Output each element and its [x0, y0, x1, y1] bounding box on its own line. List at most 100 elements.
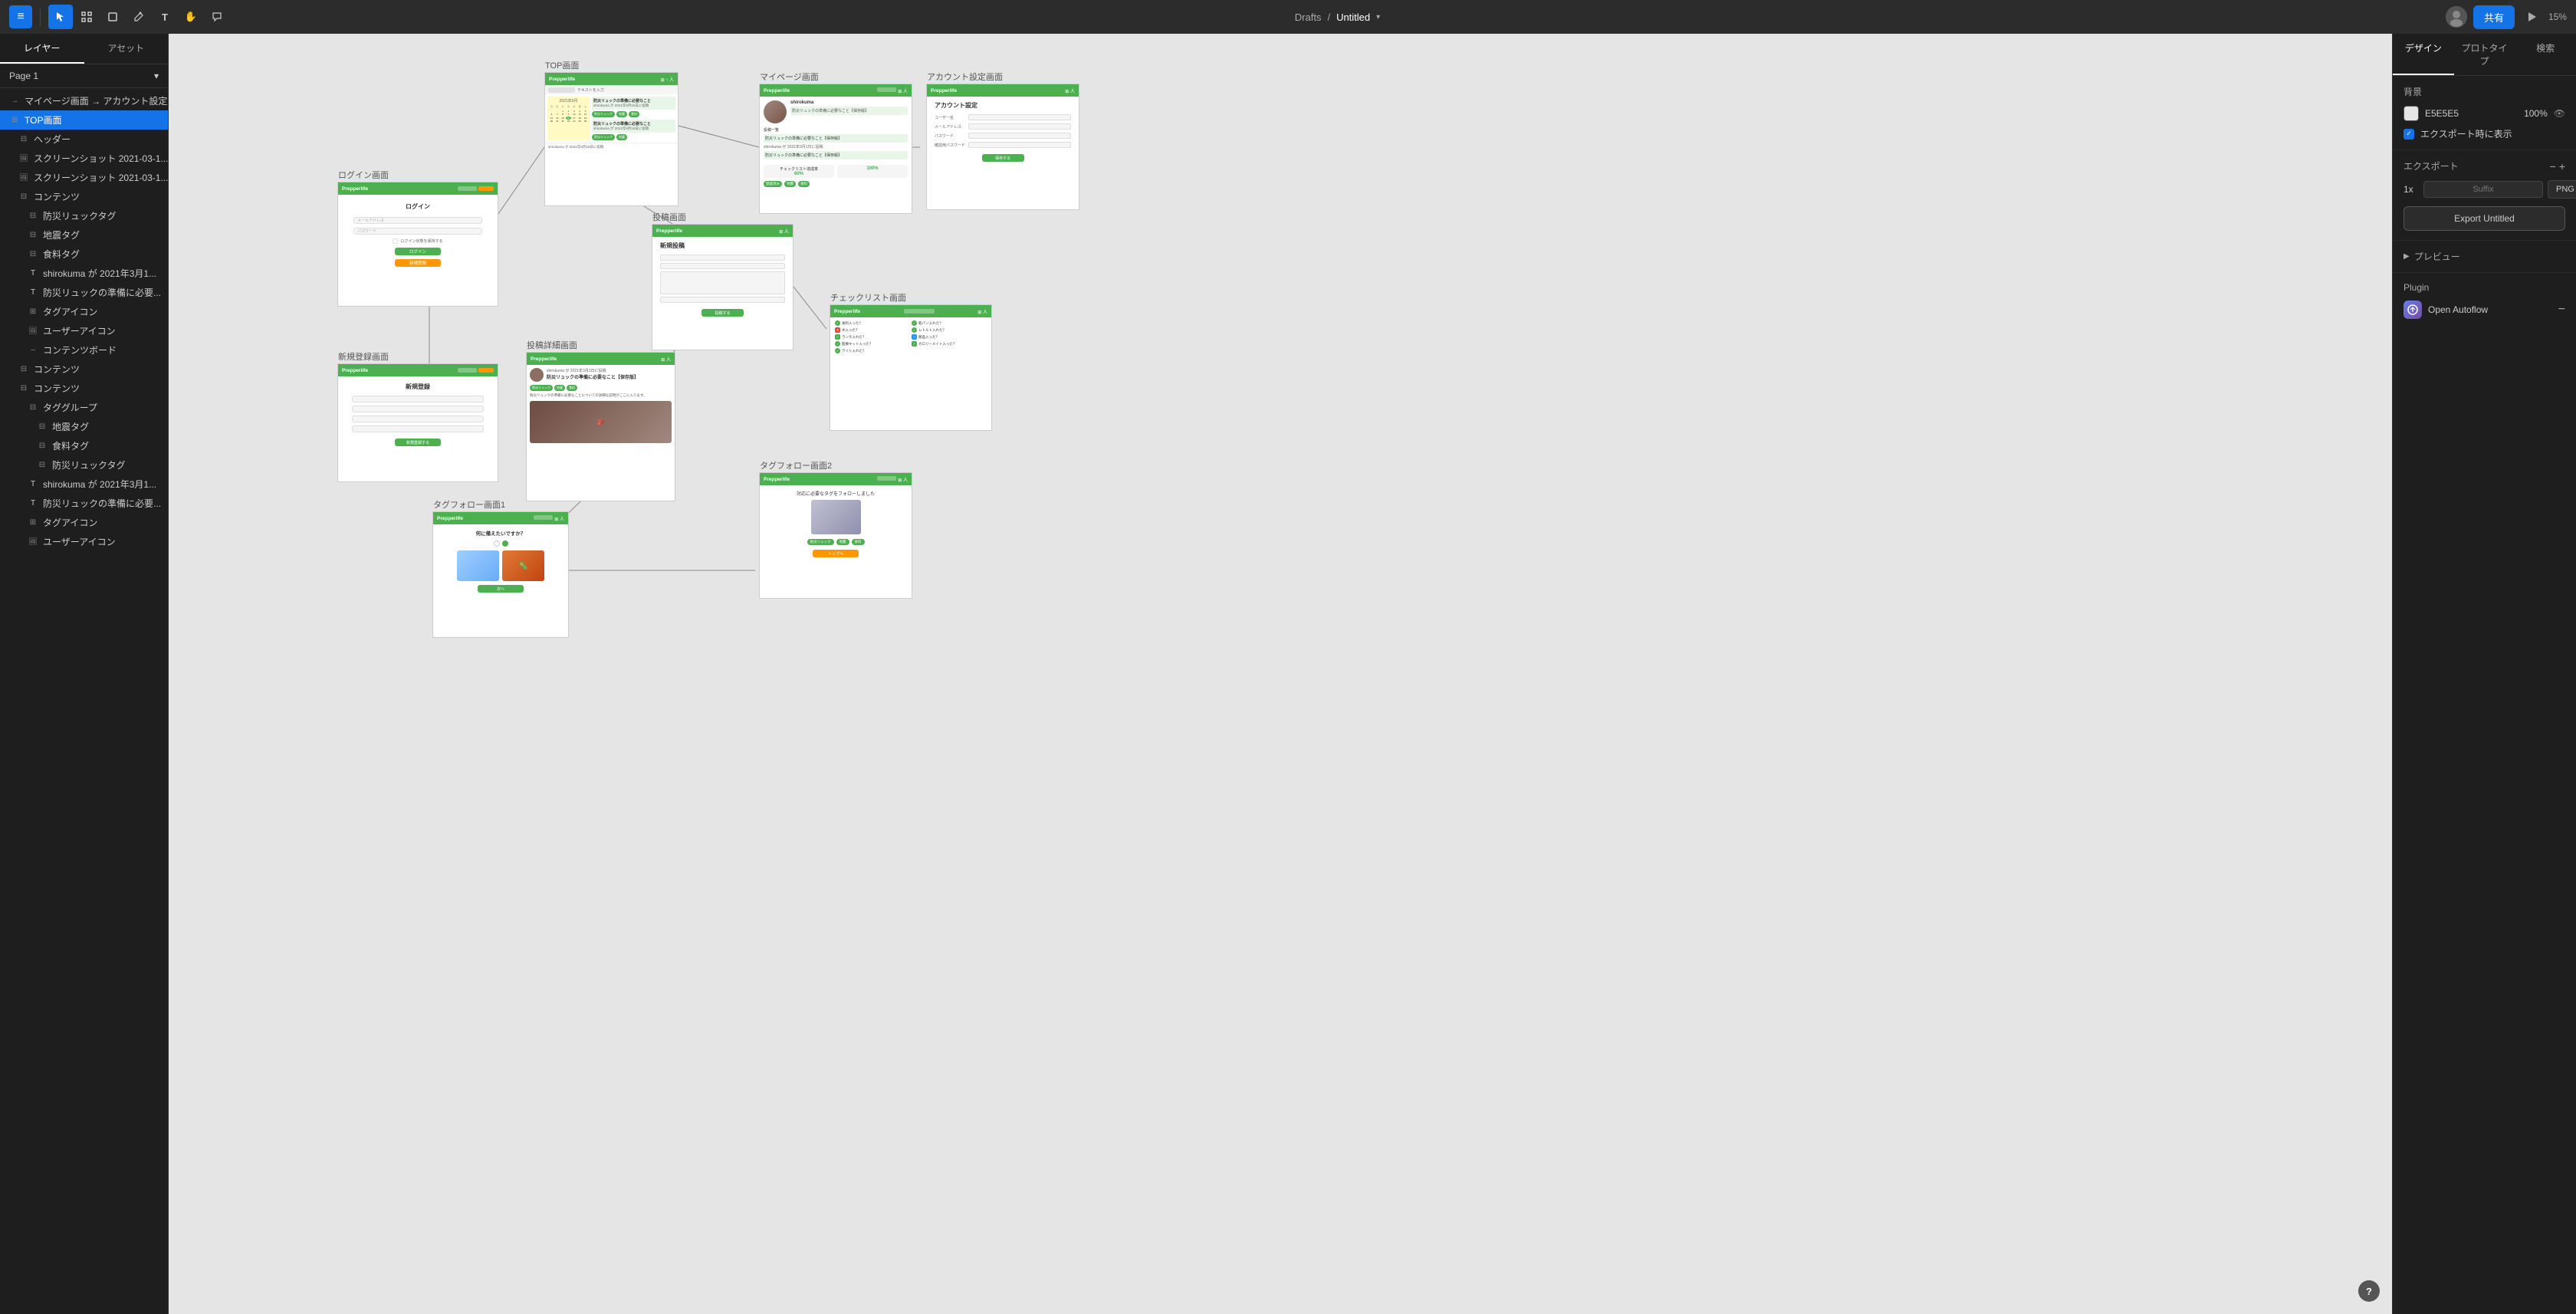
frame-top[interactable]: TOP画面 Prepperlife ⊞ ↑ 人 テキストを入力 2021年9月 … — [544, 72, 678, 206]
text-tool[interactable]: T — [153, 5, 177, 29]
document-title[interactable]: Untitled — [1336, 11, 1370, 23]
layer-item-content-board[interactable]: – コンテンツボード — [0, 340, 168, 360]
frame-mypage[interactable]: マイページ画面 Prepperlife ⊞ 人 shirokuma 防災リュック… — [759, 84, 912, 214]
zoom-level[interactable]: 15% — [2548, 11, 2567, 22]
account-title: アカウント設定 — [935, 101, 1071, 110]
layer-label-top: TOP画面 — [25, 113, 61, 126]
canvas[interactable]: TOP画面 Prepperlife ⊞ ↑ 人 テキストを入力 2021年9月 … — [169, 34, 2392, 1314]
layer-item-text2[interactable]: T 防災リュックの準備に必要... — [0, 283, 168, 302]
detail-title: 防災リュックの準備に必要なこと【保存版】 — [547, 373, 672, 380]
layer-item-food2[interactable]: ⊟ 食料タグ — [0, 436, 168, 455]
frame-login[interactable]: ログイン画面 Prepperlife ログイン メールアドレス パスワード — [337, 182, 498, 307]
tab-inspect[interactable]: 検索 — [2515, 34, 2576, 75]
layer-item-flow[interactable]: → マイページ画面 → アカウント設定... — [0, 91, 168, 110]
group-icon7: ⊟ — [18, 384, 29, 393]
frame-checklist[interactable]: チェックリスト画面 Prepperlife ⊞ 人 ✓ 食料入った？ — [830, 304, 992, 431]
play-button[interactable] — [2521, 6, 2542, 28]
export-format-select[interactable]: PNG JPG SVG PDF — [2548, 180, 2576, 199]
post-submit-btn: 投稿する — [715, 310, 730, 316]
tab-prototype[interactable]: プロトタイプ — [2454, 34, 2515, 75]
tf1-icons: ⊞ 人 — [554, 515, 564, 522]
frame-label-login: ログイン画面 — [338, 169, 389, 181]
menu-button[interactable]: ≡ — [9, 5, 32, 28]
group-icon3: ⊟ — [28, 212, 38, 220]
fill-opacity[interactable]: 100% — [2524, 108, 2548, 119]
layer-item-bousai-tag[interactable]: ⊟ 防災リュックタグ — [0, 206, 168, 225]
color-swatch[interactable] — [2404, 106, 2419, 121]
layer-item-tag-icon2[interactable]: ⊞ タグアイコン — [0, 513, 168, 532]
frame-new-reg[interactable]: 新規登録画面 Prepperlife 新規登録 新規登録する — [337, 363, 498, 482]
help-button[interactable]: ? — [2358, 1280, 2380, 1302]
export-untitled-button[interactable]: Export Untitled — [2404, 206, 2565, 231]
export-header: エクスポート − + — [2404, 159, 2565, 172]
tab-design[interactable]: デザイン — [2393, 34, 2454, 75]
layer-item-tag-icon[interactable]: ⊞ タグアイコン — [0, 302, 168, 321]
comment-tool[interactable] — [205, 5, 229, 29]
layer-item-user-icon2[interactable]: 🖼 ユーザーアイコン — [0, 532, 168, 551]
background-title: 背景 — [2404, 85, 2565, 98]
layer-label: 地震タグ — [43, 228, 80, 241]
layer-item-contents3[interactable]: ⊟ コンテンツ — [0, 379, 168, 398]
frame-label-tagfollow2: タグフォロー画面2 — [760, 459, 832, 471]
layer-item-top[interactable]: ⊞ TOP画面 — [0, 110, 168, 130]
layer-item-screenshot1[interactable]: 🖼 スクリーンショット 2021-03-1... — [0, 149, 168, 168]
canvas-inner: TOP画面 Prepperlife ⊞ ↑ 人 テキストを入力 2021年9月 … — [169, 34, 2392, 1314]
frame-tool[interactable] — [74, 5, 99, 29]
frame-tag-follow1[interactable]: タグフォロー画面1 Prepperlife ⊞ 人 何に備えたいですか？ — [432, 511, 569, 638]
layer-item-contents2[interactable]: ⊟ コンテンツ — [0, 360, 168, 379]
preview-header[interactable]: ▶ プレビュー — [2404, 250, 2565, 263]
layer-item-contents[interactable]: ⊟ コンテンツ — [0, 187, 168, 206]
image-icon4: 🖼 — [28, 537, 38, 546]
avatar[interactable] — [2446, 6, 2467, 28]
tab-assets[interactable]: アセット — [84, 34, 169, 64]
frame-label-post-detail: 投稿詳細画面 — [527, 339, 577, 351]
group-icon11: ⊟ — [37, 461, 48, 469]
export-plus-icon[interactable]: + — [2559, 160, 2565, 172]
page-selector[interactable]: Page 1 ▾ — [0, 64, 168, 88]
frame-tag-follow2[interactable]: タグフォロー画面2 Prepperlife ⊞ 人 対応に必要なタグをフォローし… — [759, 472, 912, 599]
shape-tool[interactable] — [100, 5, 125, 29]
topbar-right: 共有 15% — [2446, 5, 2567, 29]
date-label: 2021年9月 — [549, 98, 588, 103]
layer-item-bousai2[interactable]: ⊟ 防災リュックタグ — [0, 455, 168, 475]
plugin-icon — [2404, 301, 2422, 319]
layer-item-text3[interactable]: T shirokuma が 2021年3月1... — [0, 475, 168, 494]
export-scale[interactable]: 1x — [2404, 184, 2419, 195]
layer-item-text4[interactable]: T 防災リュックの準備に必要... — [0, 494, 168, 513]
tf2-tag3: 食料 — [852, 539, 865, 545]
title-chevron[interactable]: ▾ — [1376, 13, 1380, 21]
frame-label-post: 投稿画面 — [652, 211, 686, 223]
frame-post-detail[interactable]: 投稿詳細画面 Prepperlife ⊞ 人 shirokuma が 2021年… — [526, 352, 675, 501]
pen-tool[interactable] — [127, 5, 151, 29]
export-suffix-input[interactable] — [2423, 181, 2543, 198]
layer-item-jishin2[interactable]: ⊟ 地震タグ — [0, 417, 168, 436]
plugin-section: Plugin Open Autoflow − — [2393, 272, 2576, 328]
shape-icon — [107, 11, 118, 22]
share-button[interactable]: 共有 — [2473, 5, 2515, 29]
layer-item-jishin-tag[interactable]: ⊟ 地震タグ — [0, 225, 168, 245]
group-icon10: ⊟ — [37, 442, 48, 450]
layer-item-header[interactable]: ⊟ ヘッダー — [0, 130, 168, 149]
layer-label: 食料タグ — [43, 248, 80, 261]
tag4: 防災リュック — [592, 134, 615, 140]
layer-item-tag-group[interactable]: ⊟ タググループ — [0, 398, 168, 417]
fill-value[interactable]: E5E5E5 — [2425, 108, 2518, 119]
frame-post[interactable]: 投稿画面 Prepperlife ⊞ 人 新規投稿 投稿する — [652, 224, 794, 350]
detail-body: 防災リュックの準備に必要なことについての詳細な説明がここに入ります。 — [530, 393, 672, 398]
left-panel-tabs: レイヤー アセット — [0, 34, 168, 64]
plugin-minus-icon[interactable]: − — [2558, 303, 2565, 317]
background-section: 背景 E5E5E5 100% 👁 エクスポート時に表示 — [2393, 76, 2576, 150]
layer-item-text1[interactable]: T shirokuma が 2021年3月1... — [0, 264, 168, 283]
layer-item-screenshot2[interactable]: 🖼 スクリーンショット 2021-03-1... — [0, 168, 168, 187]
hand-tool[interactable]: ✋ — [179, 5, 203, 29]
select-tool[interactable] — [48, 5, 73, 29]
export-show-checkbox[interactable] — [2404, 129, 2414, 140]
export-minus-icon[interactable]: − — [2550, 160, 2556, 172]
eye-icon[interactable]: 👁 — [2554, 108, 2565, 119]
text-icon: T — [28, 269, 38, 278]
field-name: ユーザー名 — [935, 115, 965, 120]
layer-item-food-tag[interactable]: ⊟ 食料タグ — [0, 245, 168, 264]
frame-account[interactable]: アカウント設定画面 Prepperlife ⊞ 人 アカウント設定 ユーザー名 … — [926, 84, 1079, 210]
layer-item-user-icon[interactable]: 🖼 ユーザーアイコン — [0, 321, 168, 340]
tab-layers[interactable]: レイヤー — [0, 34, 84, 64]
